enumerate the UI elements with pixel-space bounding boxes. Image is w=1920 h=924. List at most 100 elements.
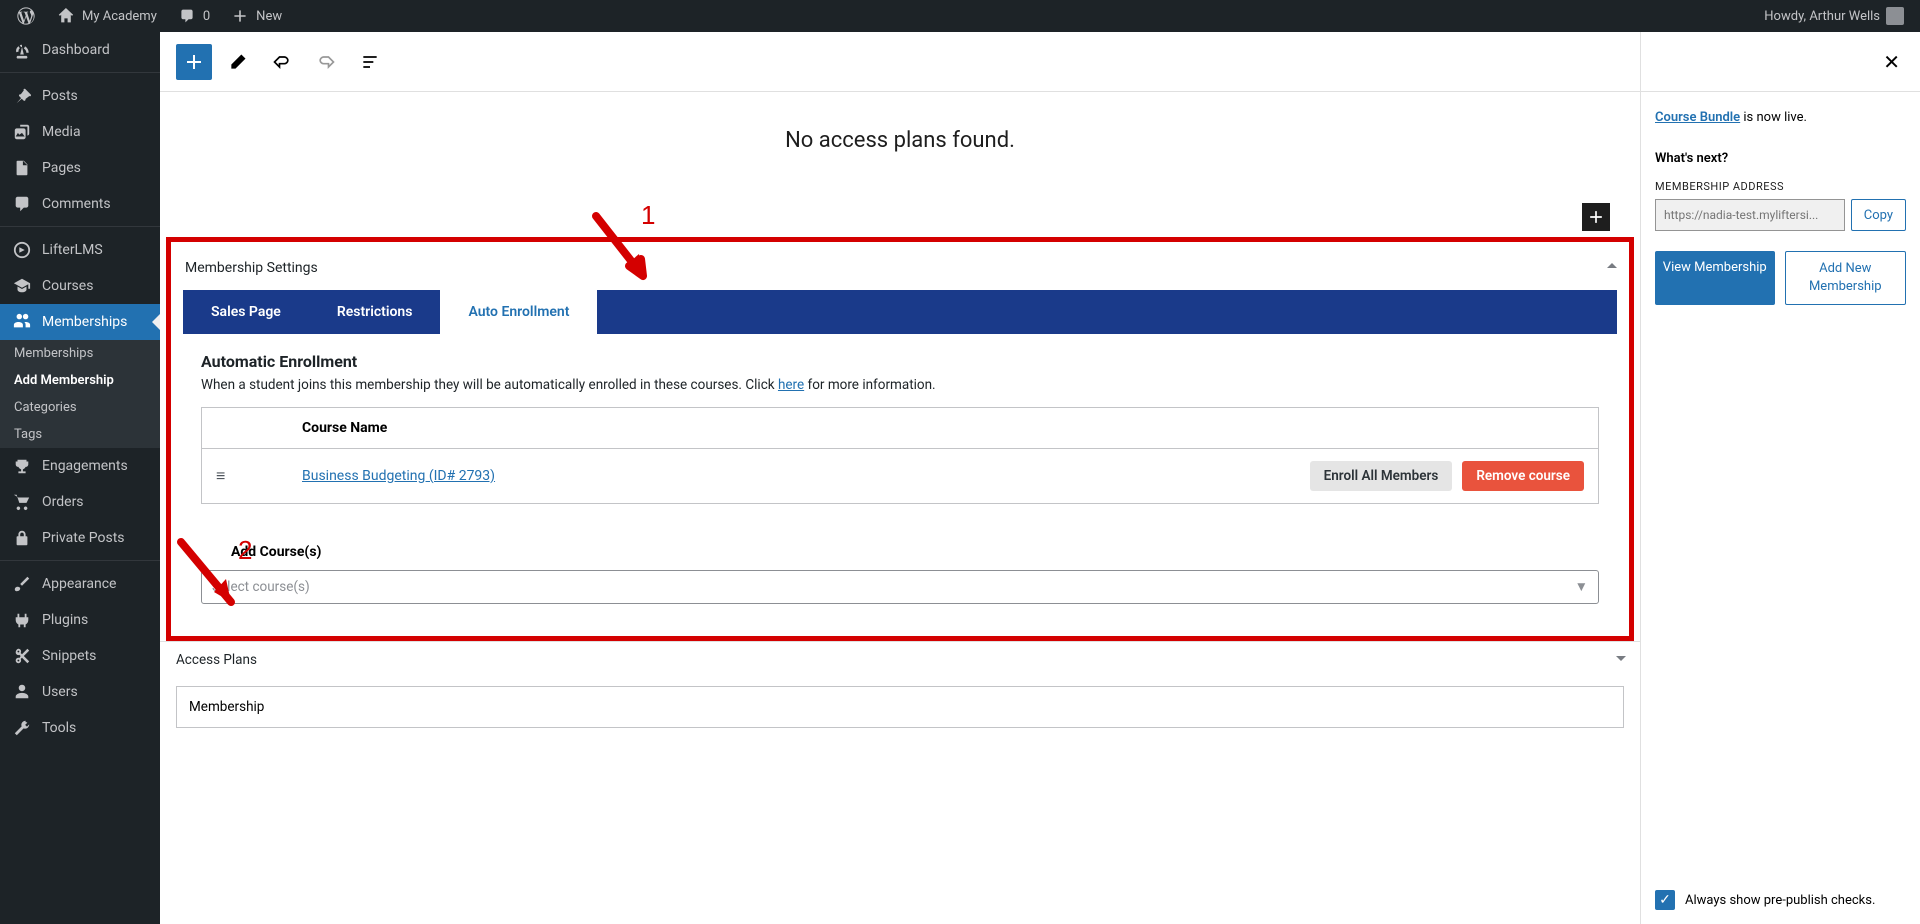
plus-icon (230, 6, 250, 26)
submenu-tags[interactable]: Tags (0, 421, 160, 448)
lock-icon (12, 528, 32, 548)
submenu-categories[interactable]: Categories (0, 394, 160, 421)
redo-button[interactable] (308, 44, 344, 80)
panel-footer: ✓ Always show pre-publish checks. (1641, 876, 1920, 924)
menu-media[interactable]: Media (0, 114, 160, 150)
user-icon (12, 682, 32, 702)
site-name: My Academy (82, 9, 157, 24)
admin-bar: My Academy 0 New Howdy, Arthur Wells (0, 0, 1920, 32)
add-courses-label: Add Course(s) (201, 544, 1599, 560)
course-table: Course Name ≡ Business Budgeting (ID# 27… (201, 407, 1599, 504)
separator (0, 222, 160, 227)
menu-private-posts[interactable]: Private Posts (0, 520, 160, 556)
add-block-button[interactable] (176, 44, 212, 80)
col-course-name: Course Name (302, 420, 387, 436)
auto-enroll-desc: When a student joins this membership the… (201, 377, 1599, 393)
undo-button[interactable] (264, 44, 300, 80)
drag-handle-icon[interactable]: ≡ (216, 466, 302, 486)
table-row: ≡ Business Budgeting (ID# 2793) Enroll A… (202, 449, 1598, 503)
submenu-memberships-list[interactable]: Memberships (0, 340, 160, 367)
add-courses-section: Add Course(s) Select course(s) ▼ (201, 544, 1599, 604)
cap-icon (12, 276, 32, 296)
greeting-text: Howdy, Arthur Wells (1764, 9, 1880, 24)
view-membership-button[interactable]: View Membership (1655, 251, 1775, 305)
publish-panel: ✕ Course Bundle is now live. What's next… (1640, 32, 1920, 924)
svg-text:1: 1 (641, 204, 655, 230)
page-icon (12, 158, 32, 178)
trophy-icon (12, 456, 32, 476)
separator (0, 68, 160, 73)
new-label: New (256, 9, 282, 24)
enroll-all-button[interactable]: Enroll All Members (1310, 461, 1453, 491)
tab-sales-page[interactable]: Sales Page (183, 290, 309, 334)
copy-button[interactable]: Copy (1851, 199, 1906, 231)
access-plans-panel[interactable]: Access Plans (160, 641, 1640, 678)
table-header: Course Name (202, 408, 1598, 449)
menu-posts[interactable]: Posts (0, 78, 160, 114)
edit-button[interactable] (220, 44, 256, 80)
menu-pages[interactable]: Pages (0, 150, 160, 186)
lifterlms-icon (12, 240, 32, 260)
admin-sidebar: Dashboard Posts Media Pages Comments Lif… (0, 32, 160, 924)
menu-courses[interactable]: Courses (0, 268, 160, 304)
comments-icon (12, 194, 32, 214)
user-greeting[interactable]: Howdy, Arthur Wells (1756, 0, 1912, 32)
menu-orders[interactable]: Orders (0, 484, 160, 520)
select-placeholder: Select course(s) (212, 579, 310, 595)
prepublish-label: Always show pre-publish checks. (1685, 893, 1875, 908)
menu-appearance[interactable]: Appearance (0, 566, 160, 602)
editor-toolbar (160, 32, 1640, 92)
remove-course-button[interactable]: Remove course (1462, 461, 1584, 491)
menu-comments[interactable]: Comments (0, 186, 160, 222)
course-select[interactable]: Select course(s) ▼ (201, 570, 1599, 604)
plug-icon (12, 610, 32, 630)
menu-snippets[interactable]: Snippets (0, 638, 160, 674)
chevron-down-icon: ▼ (1575, 579, 1588, 595)
site-link[interactable]: My Academy (48, 0, 165, 32)
membership-box: Membership (176, 686, 1624, 728)
dashboard-icon (12, 40, 32, 60)
separator (0, 556, 160, 561)
wordpress-icon (16, 6, 36, 26)
submenu-memberships: Memberships Add Membership Categories Ta… (0, 340, 160, 448)
close-button[interactable]: ✕ (1877, 44, 1906, 80)
menu-memberships[interactable]: Memberships (0, 304, 160, 340)
submenu-add-membership[interactable]: Add Membership (0, 367, 160, 394)
home-icon (56, 6, 76, 26)
prepublish-checkbox[interactable]: ✓ (1655, 890, 1675, 910)
new-link[interactable]: New (222, 0, 290, 32)
menu-users[interactable]: Users (0, 674, 160, 710)
comment-icon (177, 6, 197, 26)
more-info-link[interactable]: here (778, 377, 804, 393)
no-access-text: No access plans found. (160, 92, 1640, 163)
course-link[interactable]: Business Budgeting (ID# 2793) (302, 468, 1310, 484)
pin-icon (12, 86, 32, 106)
comments-link[interactable]: 0 (169, 0, 218, 32)
scissors-icon (12, 646, 32, 666)
whats-next-heading: What's next? (1655, 151, 1906, 166)
address-input[interactable]: https://nadia-test.myliftersi... (1655, 199, 1845, 231)
panel-title[interactable]: Membership Settings (183, 252, 1617, 290)
add-new-membership-button[interactable]: Add New Membership (1785, 251, 1907, 305)
tab-auto-enrollment[interactable]: Auto Enrollment (440, 290, 597, 334)
editor-body: No access plans found. 1 2 Membership Se… (160, 92, 1640, 728)
auto-enrollment-content: Automatic Enrollment When a student join… (183, 334, 1617, 612)
menu-engagements[interactable]: Engagements (0, 448, 160, 484)
wrench-icon (12, 718, 32, 738)
group-icon (12, 312, 32, 332)
auto-enroll-title: Automatic Enrollment (201, 352, 1599, 371)
cart-icon (12, 492, 32, 512)
menu-tools[interactable]: Tools (0, 710, 160, 746)
outline-button[interactable] (352, 44, 388, 80)
wp-logo[interactable] (8, 0, 44, 32)
expand-icon (1616, 656, 1626, 666)
menu-lifterlms[interactable]: LifterLMS (0, 232, 160, 268)
bundle-link[interactable]: Course Bundle (1655, 110, 1740, 125)
menu-dashboard[interactable]: Dashboard (0, 32, 160, 68)
main-content: No access plans found. 1 2 Membership Se… (160, 32, 1920, 924)
menu-plugins[interactable]: Plugins (0, 602, 160, 638)
editor-area: No access plans found. 1 2 Membership Se… (160, 32, 1640, 924)
inline-add-block[interactable] (1582, 203, 1610, 231)
tab-restrictions[interactable]: Restrictions (309, 290, 441, 334)
panel-header: ✕ (1641, 32, 1920, 92)
